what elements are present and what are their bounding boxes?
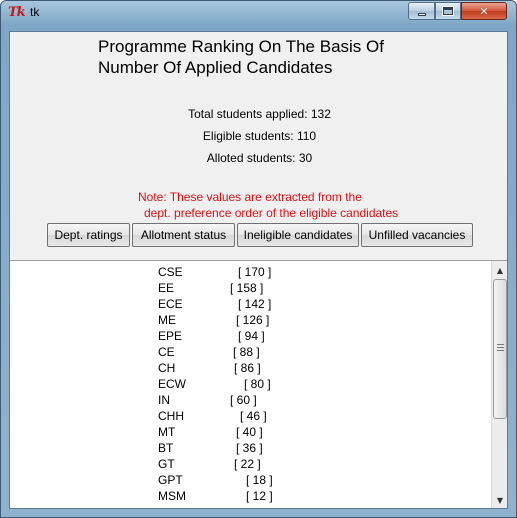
dept-ratings-button[interactable]: Dept. ratings: [47, 223, 130, 247]
title-bar[interactable]: Tk tk ✕: [1, 1, 516, 25]
programme-count: [ 170 ]: [238, 265, 272, 279]
title-line-2: Number Of Applied Candidates: [98, 58, 333, 77]
programme-name: ECE: [158, 297, 183, 311]
list-item[interactable]: ECW [ 80 ]: [10, 376, 490, 392]
programme-count: [ 80 ]: [244, 377, 271, 391]
client-area: Programme Ranking On The Basis Of Number…: [9, 31, 508, 509]
programme-count: [ 158 ]: [230, 281, 264, 295]
minimize-button[interactable]: [408, 2, 435, 20]
list-item[interactable]: CE [ 88 ]: [10, 344, 490, 360]
list-item[interactable]: EPE [ 94 ]: [10, 328, 490, 344]
note-line-2: dept. preference order of the eligible c…: [144, 206, 399, 220]
scroll-down-arrow-icon[interactable]: ▼: [493, 492, 507, 508]
allotment-status-button[interactable]: Allotment status: [132, 223, 235, 247]
list-item[interactable]: CHH [ 46 ]: [10, 408, 490, 424]
programme-count: [ 12 ]: [246, 489, 273, 503]
programme-list[interactable]: CSE[ 170 ] EE[ 158 ] ECE[ 142 ] ME[ 126 ] EP…: [10, 260, 507, 508]
programme-name: IN: [158, 393, 170, 407]
list-item[interactable]: CSE [ 170 ]: [10, 264, 490, 280]
list-item[interactable]: MT [ 40 ]: [10, 424, 490, 440]
close-icon: ✕: [479, 4, 489, 18]
note-line-1: Note: These values are extracted from th…: [138, 190, 362, 204]
programme-name: MT: [158, 425, 176, 439]
programme-count: [ 88 ]: [233, 345, 260, 359]
ineligible-candidates-button[interactable]: Ineligible candidates: [237, 223, 359, 247]
programme-name: BT: [158, 441, 174, 455]
vertical-scrollbar[interactable]: ▲ ▼: [491, 261, 507, 508]
total-applied-label: Total students applied: 132: [188, 107, 331, 121]
title-line-1: Programme Ranking On The Basis Of: [98, 37, 384, 56]
programme-name: CSE: [158, 265, 183, 279]
programme-name: ECW: [158, 377, 186, 391]
programme-count: [ 36 ]: [236, 441, 263, 455]
alloted-students-label: Alloted students: 30: [206, 151, 313, 165]
programme-count: [ 18 ]: [246, 473, 273, 487]
action-button-row: Dept. ratings Allotment status Ineligibl…: [47, 223, 475, 247]
programme-rows: CSE[ 170 ] EE[ 158 ] ECE[ 142 ] ME[ 126 ] EP…: [10, 264, 490, 504]
list-item[interactable]: BT [ 36 ]: [10, 440, 490, 456]
programme-count: [ 86 ]: [234, 361, 261, 375]
maximize-icon: [442, 6, 454, 16]
programme-name: EPE: [158, 329, 183, 343]
programme-name: CH: [158, 361, 176, 375]
list-item[interactable]: GT [ 22 ]: [10, 456, 490, 472]
programme-count: [ 46 ]: [240, 409, 267, 423]
window-title: tk: [30, 5, 40, 19]
programme-name: MSM: [158, 489, 186, 503]
programme-count: [ 142 ]: [238, 297, 272, 311]
list-item[interactable]: GPT [ 18 ]: [10, 472, 490, 488]
scrollbar-thumb[interactable]: [493, 279, 507, 419]
list-item[interactable]: ME [ 126 ]: [10, 312, 490, 328]
unfilled-vacancies-button[interactable]: Unfilled vacancies: [361, 223, 473, 247]
list-item[interactable]: IN [ 60 ]: [10, 392, 490, 408]
programme-count: [ 60 ]: [230, 393, 257, 407]
tk-feather-icon: Tk: [8, 5, 26, 20]
note-text: Note: These values are extracted from th…: [138, 189, 498, 221]
programme-count: [ 40 ]: [236, 425, 263, 439]
close-button[interactable]: ✕: [461, 2, 507, 20]
minimize-icon: [417, 12, 426, 16]
list-item[interactable]: MSM [ 12 ]: [10, 488, 490, 504]
list-item[interactable]: EE [ 158 ]: [10, 280, 490, 296]
programme-name: CE: [158, 345, 175, 359]
programme-name: GT: [158, 457, 175, 471]
programme-name: GPT: [158, 473, 183, 487]
programme-name: ME: [158, 313, 176, 327]
list-item[interactable]: ECE [ 142 ]: [10, 296, 490, 312]
eligible-students-label: Eligible students: 110: [202, 129, 317, 143]
programme-count: [ 126 ]: [236, 313, 270, 327]
programme-name: CHH: [158, 409, 184, 423]
programme-count: [ 94 ]: [238, 329, 265, 343]
scroll-up-arrow-icon[interactable]: ▲: [493, 262, 507, 278]
programme-count: [ 22 ]: [234, 457, 261, 471]
maximize-button[interactable]: [435, 2, 461, 20]
app-window: Tk tk ✕ Programme Ranking On The Basis O…: [0, 0, 517, 518]
programme-name: EE: [158, 281, 175, 295]
list-item[interactable]: CH [ 86 ]: [10, 360, 490, 376]
page-title: Programme Ranking On The Basis Of Number…: [98, 36, 478, 78]
